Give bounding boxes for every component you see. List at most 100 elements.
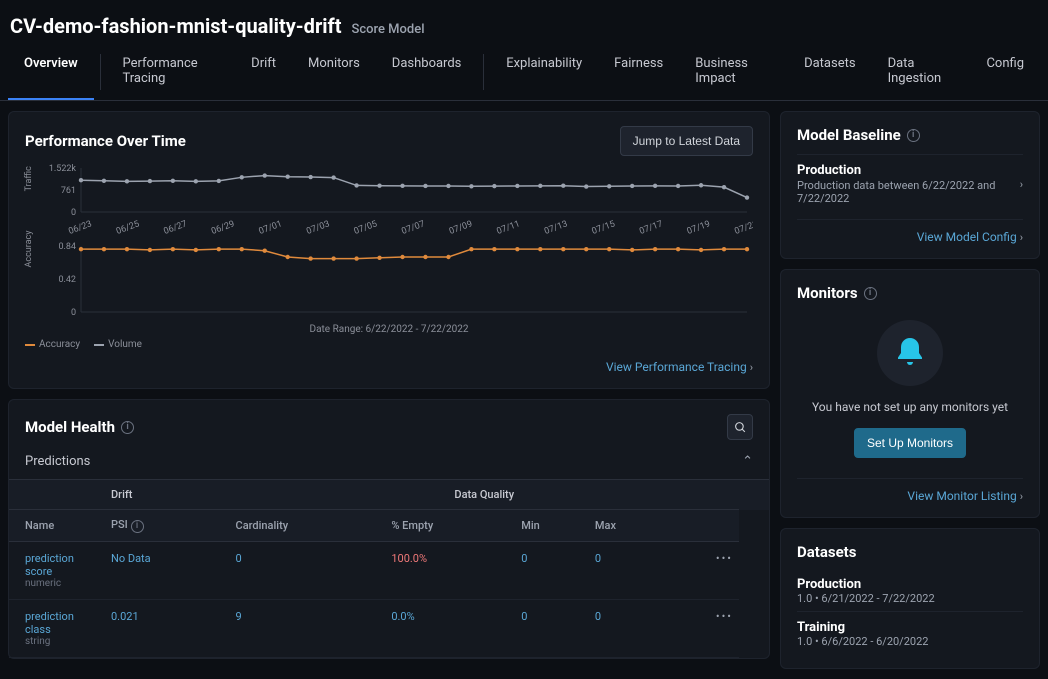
row-menu-button[interactable]: ••• bbox=[669, 541, 739, 599]
baseline-title: Model Baseline bbox=[797, 126, 901, 144]
chart-legend: Accuracy Volume bbox=[25, 339, 753, 350]
predictions-table: Drift Data Quality Name PSI i Cardinalit… bbox=[9, 479, 769, 658]
prediction-name-link[interactable]: prediction score bbox=[25, 552, 99, 578]
col-group-drift: Drift bbox=[105, 480, 230, 510]
svg-text:07/13: 07/13 bbox=[543, 219, 569, 234]
traffic-axis-label: Traffic bbox=[24, 166, 34, 191]
prediction-name-link[interactable]: prediction class bbox=[25, 610, 99, 636]
chevron-up-icon[interactable]: ⌃ bbox=[742, 454, 753, 469]
search-button[interactable] bbox=[727, 414, 753, 440]
col-min: Min bbox=[515, 510, 589, 542]
view-monitor-listing-link[interactable]: View Monitor Listing› bbox=[907, 489, 1023, 503]
svg-text:0: 0 bbox=[71, 308, 76, 318]
dataset-name: Production bbox=[797, 577, 1023, 592]
max-value[interactable]: 0 bbox=[589, 541, 669, 599]
model-health-panel: Model Health i Predictions ⌃ Drift Data … bbox=[8, 399, 770, 659]
prediction-type: string bbox=[25, 636, 99, 647]
baseline-item-title: Production bbox=[797, 163, 1020, 178]
col-psi: PSI i bbox=[105, 510, 230, 542]
tab-overview[interactable]: Overview bbox=[8, 44, 94, 100]
tab-dashboards[interactable]: Dashboards bbox=[376, 44, 478, 100]
legend-accuracy: Accuracy bbox=[39, 339, 80, 350]
col-cardinality: Cardinality bbox=[230, 510, 386, 542]
main-tabs: Overview Performance Tracing Drift Monit… bbox=[0, 44, 1048, 101]
model-health-title: Model Health bbox=[25, 418, 115, 436]
baseline-item-sub: Production data between 6/22/2022 and 7/… bbox=[797, 179, 1020, 205]
col-empty: % Empty bbox=[385, 510, 515, 542]
tab-drift[interactable]: Drift bbox=[235, 44, 292, 100]
performance-title: Performance Over Time bbox=[25, 132, 186, 150]
tab-fairness[interactable]: Fairness bbox=[598, 44, 679, 100]
svg-text:07/05: 07/05 bbox=[353, 219, 379, 234]
svg-text:07/01: 07/01 bbox=[258, 219, 284, 234]
svg-text:07/21: 07/21 bbox=[733, 219, 753, 234]
info-icon[interactable]: i bbox=[864, 287, 877, 300]
view-performance-tracing-link[interactable]: View Performance Tracing› bbox=[606, 360, 753, 374]
svg-text:07/03: 07/03 bbox=[305, 219, 331, 234]
dataset-sub: 1.0 • 6/21/2022 - 7/22/2022 bbox=[797, 592, 1023, 605]
svg-text:0.42: 0.42 bbox=[58, 275, 76, 285]
col-max: Max bbox=[589, 510, 669, 542]
svg-text:06/29: 06/29 bbox=[210, 219, 236, 234]
max-value[interactable]: 0 bbox=[589, 599, 669, 657]
model-baseline-panel: Model Baseline i Production Production d… bbox=[780, 111, 1040, 259]
setup-monitors-button[interactable]: Set Up Monitors bbox=[854, 428, 966, 458]
jump-latest-button[interactable]: Jump to Latest Data bbox=[620, 126, 753, 156]
tab-data-ingestion[interactable]: Data Ingestion bbox=[872, 44, 971, 100]
table-row: prediction scorenumeric No Data 0 100.0%… bbox=[9, 541, 769, 599]
dataset-name: Training bbox=[797, 620, 1023, 635]
row-menu-button[interactable]: ••• bbox=[669, 599, 739, 657]
chevron-right-icon: › bbox=[1020, 231, 1023, 244]
chevron-right-icon: › bbox=[1020, 178, 1023, 191]
chevron-right-icon: › bbox=[1020, 490, 1023, 503]
table-row: prediction classstring 0.021 9 0.0% 0 0 … bbox=[9, 599, 769, 657]
svg-text:07/19: 07/19 bbox=[686, 219, 712, 234]
svg-text:06/25: 06/25 bbox=[115, 219, 141, 234]
col-name: Name bbox=[9, 510, 105, 542]
svg-text:06/23: 06/23 bbox=[67, 219, 93, 234]
monitors-panel: Monitors i You have not set up any monit… bbox=[780, 269, 1040, 518]
chevron-right-icon: › bbox=[750, 361, 753, 374]
svg-text:761: 761 bbox=[61, 186, 76, 196]
info-icon[interactable]: i bbox=[121, 421, 134, 434]
date-range-label: Date Range: 6/22/2022 - 7/22/2022 bbox=[25, 324, 753, 335]
svg-text:0.84: 0.84 bbox=[58, 242, 76, 252]
predictions-label: Predictions bbox=[25, 454, 90, 469]
svg-text:06/27: 06/27 bbox=[162, 219, 188, 234]
svg-text:0: 0 bbox=[71, 208, 76, 218]
empty-value[interactable]: 100.0% bbox=[385, 541, 515, 599]
svg-text:07/15: 07/15 bbox=[591, 219, 617, 234]
monitors-empty-text: You have not set up any monitors yet bbox=[797, 400, 1023, 414]
dataset-sub: 1.0 • 6/6/2022 - 6/20/2022 bbox=[797, 635, 1023, 648]
cardinality-value[interactable]: 9 bbox=[230, 599, 386, 657]
cardinality-value[interactable]: 0 bbox=[230, 541, 386, 599]
svg-text:07/11: 07/11 bbox=[495, 219, 521, 234]
performance-panel: Performance Over Time Jump to Latest Dat… bbox=[8, 111, 770, 389]
psi-value[interactable]: No Data bbox=[105, 541, 230, 599]
view-model-config-link[interactable]: View Model Config› bbox=[917, 230, 1023, 244]
info-icon[interactable]: i bbox=[907, 129, 920, 142]
tab-config[interactable]: Config bbox=[970, 44, 1040, 100]
page-subtitle: Score Model bbox=[351, 22, 424, 37]
tab-datasets[interactable]: Datasets bbox=[788, 44, 872, 100]
tab-monitors[interactable]: Monitors bbox=[292, 44, 376, 100]
baseline-item[interactable]: Production Production data between 6/22/… bbox=[797, 154, 1023, 213]
empty-value[interactable]: 0.0% bbox=[385, 599, 515, 657]
accuracy-chart: Accuracy 0.840.420 bbox=[43, 242, 753, 320]
page-title: CV-demo-fashion-mnist-quality-drift bbox=[10, 14, 341, 38]
search-icon bbox=[734, 421, 747, 434]
tab-business-impact[interactable]: Business Impact bbox=[679, 44, 788, 100]
dataset-item[interactable]: Training 1.0 • 6/6/2022 - 6/20/2022 bbox=[797, 611, 1023, 654]
psi-value[interactable]: 0.021 bbox=[105, 599, 230, 657]
info-icon[interactable]: i bbox=[131, 520, 144, 533]
tab-explainability[interactable]: Explainability bbox=[490, 44, 598, 100]
datasets-title: Datasets bbox=[797, 543, 1023, 561]
min-value[interactable]: 0 bbox=[515, 599, 589, 657]
min-value[interactable]: 0 bbox=[515, 541, 589, 599]
monitors-title: Monitors bbox=[797, 284, 858, 302]
prediction-type: numeric bbox=[25, 578, 99, 589]
svg-text:07/17: 07/17 bbox=[638, 219, 664, 234]
dataset-item[interactable]: Production 1.0 • 6/21/2022 - 7/22/2022 bbox=[797, 569, 1023, 611]
tab-performance-tracing[interactable]: Performance Tracing bbox=[106, 44, 235, 100]
bell-icon bbox=[877, 320, 943, 386]
